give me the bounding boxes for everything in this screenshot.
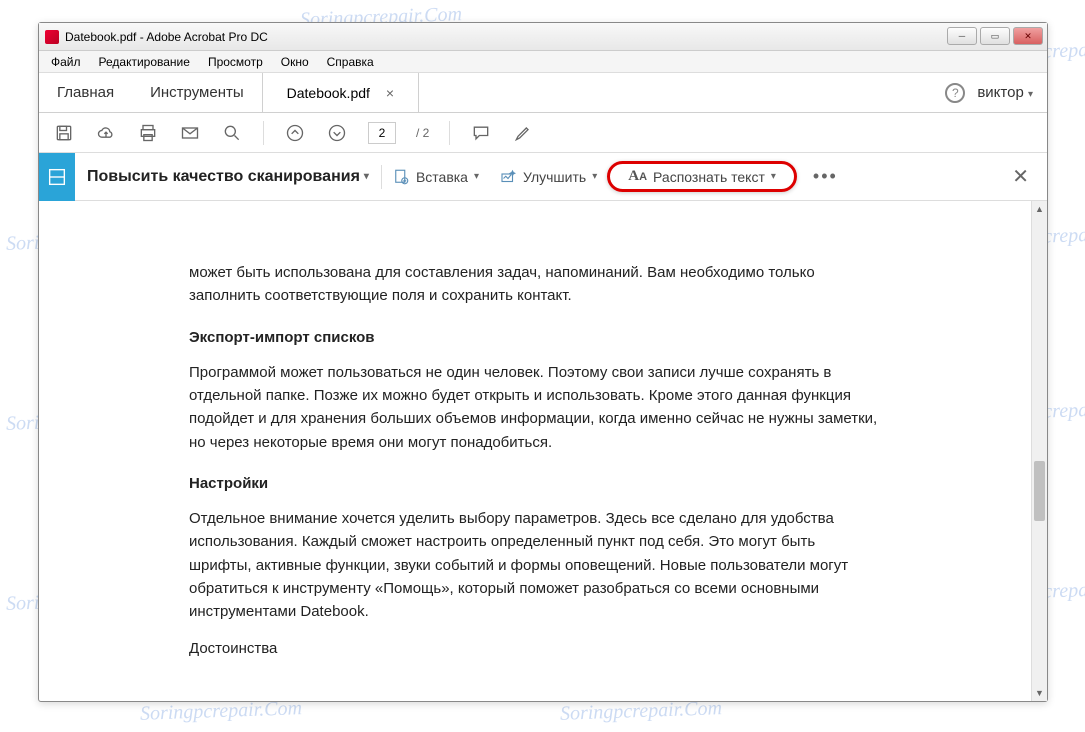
more-button[interactable]: •••	[797, 166, 854, 187]
maximize-button[interactable]: ▭	[980, 27, 1010, 45]
save-icon[interactable]	[53, 122, 75, 144]
insert-page-icon	[392, 168, 410, 186]
highlight-icon[interactable]	[512, 122, 534, 144]
tab-tools[interactable]: Инструменты	[132, 73, 262, 112]
scroll-up-icon[interactable]: ▲	[1032, 201, 1047, 217]
enhance-button[interactable]: Улучшить▾	[489, 168, 607, 186]
help-icon[interactable]: ?	[945, 83, 965, 103]
menu-edit[interactable]: Редактирование	[91, 53, 198, 71]
doc-paragraph: Программой может пользоваться не один че…	[189, 361, 881, 454]
enhance-icon	[499, 168, 517, 186]
close-button[interactable]: ✕	[1013, 27, 1043, 45]
titlebar[interactable]: Datebook.pdf - Adobe Acrobat Pro DC	[39, 23, 1047, 51]
insert-button[interactable]: Вставка▾	[382, 168, 489, 186]
page-up-icon[interactable]	[284, 122, 306, 144]
menu-help[interactable]: Справка	[319, 53, 382, 71]
doc-heading: Достоинства	[189, 637, 881, 660]
content-area: может быть использована для составления …	[39, 201, 1047, 701]
scan-tool-icon[interactable]	[39, 153, 75, 201]
document-view[interactable]: может быть использована для составления …	[39, 201, 1031, 701]
page-number-input[interactable]	[368, 122, 396, 144]
close-panel-button[interactable]: ✕	[1008, 164, 1033, 189]
scroll-thumb[interactable]	[1034, 461, 1045, 521]
mail-icon[interactable]	[179, 122, 201, 144]
user-menu[interactable]: виктор ▾	[977, 84, 1033, 101]
doc-paragraph: Отдельное внимание хочется уделить выбор…	[189, 507, 881, 623]
tab-document-label: Datebook.pdf	[287, 85, 370, 101]
tab-home[interactable]: Главная	[39, 73, 132, 112]
main-toolbar: / 2	[39, 113, 1047, 153]
text-aa-icon: AA	[628, 168, 647, 185]
scroll-down-icon[interactable]: ▼	[1032, 685, 1047, 701]
tab-close-icon[interactable]: ×	[386, 85, 394, 101]
minimize-button[interactable]: ─	[947, 27, 977, 45]
separator	[263, 121, 264, 145]
search-icon[interactable]	[221, 122, 243, 144]
app-window: Datebook.pdf - Adobe Acrobat Pro DC ─ ▭ …	[38, 22, 1048, 702]
tabbar: Главная Инструменты Datebook.pdf × ? вик…	[39, 73, 1047, 113]
menu-file[interactable]: Файл	[43, 53, 89, 71]
menu-window[interactable]: Окно	[273, 53, 317, 71]
scan-toolbar: Повысить качество сканирования▾ Вставка▾…	[39, 153, 1047, 201]
menu-view[interactable]: Просмотр	[200, 53, 271, 71]
quality-dropdown[interactable]: Повысить качество сканирования▾	[75, 168, 381, 186]
user-area: ? виктор ▾	[931, 73, 1047, 112]
acrobat-icon	[45, 30, 59, 44]
vertical-scrollbar[interactable]: ▲ ▼	[1031, 201, 1047, 701]
doc-paragraph: может быть использована для составления …	[189, 261, 881, 308]
recognize-text-button[interactable]: AA Распознать текст▾	[618, 168, 786, 185]
window-title: Datebook.pdf - Adobe Acrobat Pro DC	[65, 30, 268, 44]
recognize-highlight: AA Распознать текст▾	[607, 161, 797, 192]
menubar: Файл Редактирование Просмотр Окно Справк…	[39, 51, 1047, 73]
separator	[449, 121, 450, 145]
page-total: / 2	[416, 126, 429, 140]
doc-heading: Настройки	[189, 472, 881, 495]
print-icon[interactable]	[137, 122, 159, 144]
cloud-icon[interactable]	[95, 122, 117, 144]
window-controls: ─ ▭ ✕	[947, 27, 1043, 45]
page-down-icon[interactable]	[326, 122, 348, 144]
comment-icon[interactable]	[470, 122, 492, 144]
tab-document[interactable]: Datebook.pdf ×	[262, 73, 419, 112]
doc-heading: Экспорт-импорт списков	[189, 326, 881, 349]
